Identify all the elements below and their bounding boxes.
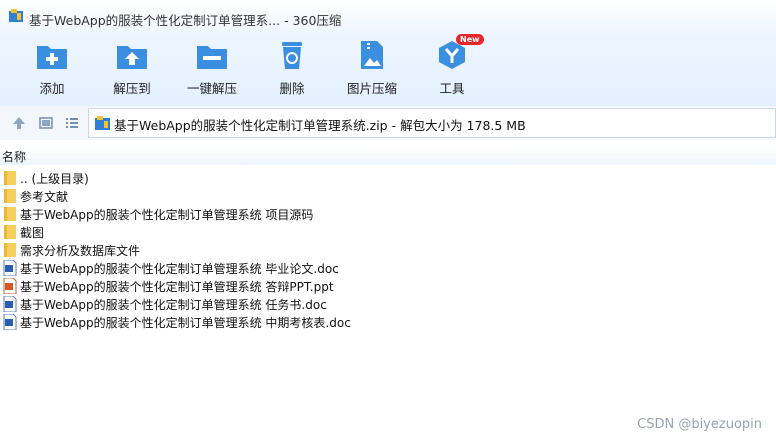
- image-compress-icon: [361, 41, 383, 69]
- powerpoint-icon: [3, 278, 17, 294]
- list-item[interactable]: 截图: [0, 223, 776, 241]
- delete-icon: [282, 42, 302, 69]
- window-title: 基于WebApp的服装个性化定制订单管理系... - 360压缩: [29, 13, 342, 28]
- one-click-extract-icon: [197, 46, 227, 69]
- column-name-label: 名称: [2, 150, 27, 164]
- list-item[interactable]: 基于WebApp的服装个性化定制订单管理系统 答辩PPT.ppt: [0, 277, 776, 295]
- list-view-icon[interactable]: [64, 115, 80, 131]
- archive-app-icon: [9, 9, 23, 22]
- tools-button[interactable]: 工具: [412, 38, 492, 98]
- watermark: CSDN @biyezuopin: [637, 417, 762, 432]
- word-doc-icon: [3, 314, 17, 330]
- folder-icon: [4, 243, 16, 257]
- list-item[interactable]: 需求分析及数据库文件: [0, 241, 776, 259]
- item-name: 参考文献: [20, 190, 69, 204]
- list-item[interactable]: 参考文献: [0, 187, 776, 205]
- image-compress-label: 图片压缩: [346, 81, 397, 96]
- title-bar: 基于WebApp的服装个性化定制订单管理系... - 360压缩: [0, 0, 776, 34]
- archive-file-icon: [95, 116, 110, 130]
- file-list: 名称 .. (上级目录) 参考文献 基于WebApp的服装个性化定制订单管理系统…: [0, 140, 776, 442]
- delete-button[interactable]: 删除: [252, 38, 332, 98]
- item-name: 需求分析及数据库文件: [20, 244, 141, 258]
- list-item[interactable]: 基于WebApp的服装个性化定制订单管理系统 毕业论文.doc: [0, 259, 776, 277]
- one-click-extract-button[interactable]: 一键解压: [172, 38, 252, 98]
- item-name: 基于WebApp的服装个性化定制订单管理系统 任务书.doc: [20, 298, 327, 312]
- new-badge: New: [456, 34, 484, 45]
- list-item[interactable]: 基于WebApp的服装个性化定制订单管理系统 项目源码: [0, 205, 776, 223]
- thumbnail-view-icon[interactable]: [38, 115, 54, 131]
- folder-icon: [4, 171, 16, 185]
- item-name: 基于WebApp的服装个性化定制订单管理系统 中期考核表.doc: [20, 316, 351, 330]
- archive-path: 基于WebApp的服装个性化定制订单管理系统.zip - 解包大小为 178.5…: [114, 118, 526, 133]
- item-name: 基于WebApp的服装个性化定制订单管理系统 答辩PPT.ppt: [20, 280, 334, 294]
- add-label: 添加: [39, 81, 65, 96]
- item-name: 截图: [20, 226, 45, 240]
- extract-to-icon: [117, 46, 147, 69]
- one-click-extract-label: 一键解压: [186, 81, 237, 96]
- extract-to-label: 解压到: [113, 81, 151, 96]
- image-compress-button[interactable]: 图片压缩: [332, 38, 412, 98]
- list-item[interactable]: 基于WebApp的服装个性化定制订单管理系统 中期考核表.doc: [0, 313, 776, 331]
- add-icon: [37, 46, 67, 69]
- add-button[interactable]: 添加: [12, 38, 92, 98]
- item-name: 基于WebApp的服装个性化定制订单管理系统 项目源码: [20, 208, 314, 222]
- toolbar: 添加 解压到 一键解压 删除 图片压缩 工具: [0, 38, 776, 100]
- column-header-name[interactable]: 名称: [0, 147, 776, 165]
- delete-label: 删除: [279, 81, 305, 96]
- list-item[interactable]: 基于WebApp的服装个性化定制订单管理系统 任务书.doc: [0, 295, 776, 313]
- tools-label: 工具: [439, 81, 465, 96]
- address-bar[interactable]: 基于WebApp的服装个性化定制订单管理系统.zip - 解包大小为 178.5…: [88, 108, 776, 138]
- word-doc-icon: [3, 296, 17, 312]
- item-name: 基于WebApp的服装个性化定制订单管理系统 毕业论文.doc: [20, 262, 339, 276]
- list-item[interactable]: .. (上级目录): [0, 169, 776, 187]
- item-name: .. (上级目录): [20, 172, 89, 186]
- folder-icon: [4, 225, 16, 239]
- word-doc-icon: [3, 260, 17, 276]
- top-area: 基于WebApp的服装个性化定制订单管理系... - 360压缩 添加 解压到 …: [0, 0, 776, 106]
- address-row: 基于WebApp的服装个性化定制订单管理系统.zip - 解包大小为 178.5…: [0, 106, 776, 140]
- up-arrow-icon[interactable]: [11, 115, 27, 131]
- extract-to-button[interactable]: 解压到: [92, 38, 172, 98]
- folder-icon: [4, 189, 16, 203]
- folder-icon: [4, 207, 16, 221]
